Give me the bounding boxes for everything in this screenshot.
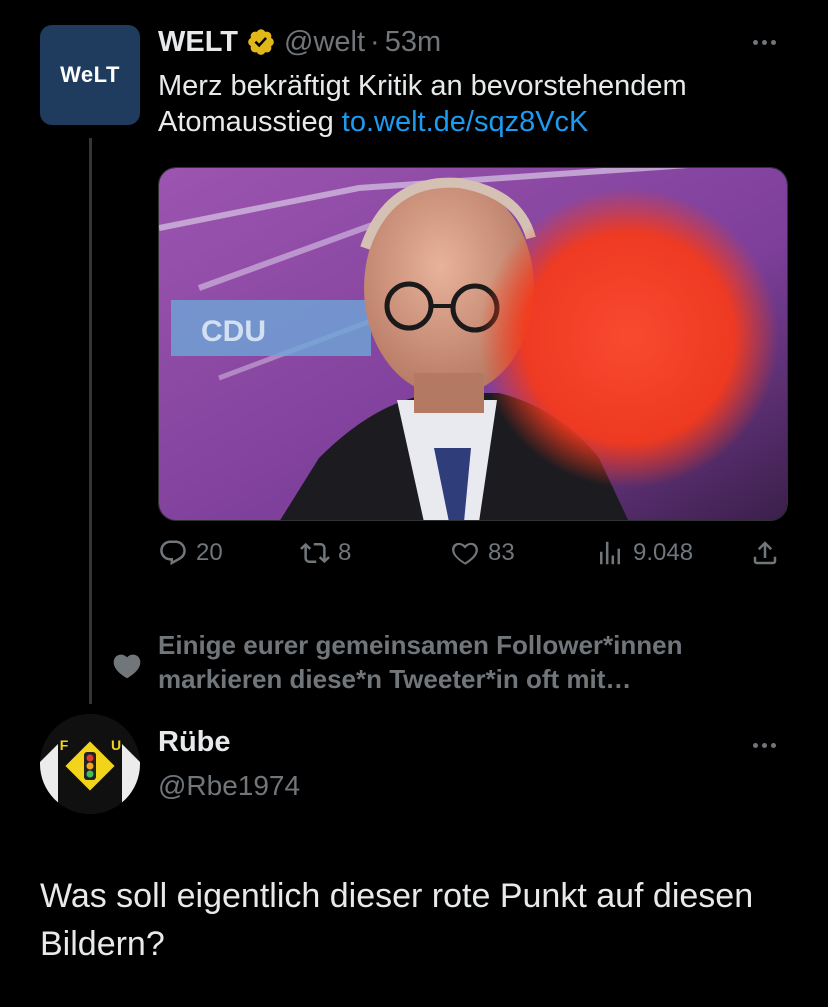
retweet-count: 8 [338,539,352,566]
reply-more-options-icon[interactable] [753,743,776,748]
cdu-sign-text: CDU [201,315,266,348]
avatar-letter-u: U [111,737,121,753]
avatar-letter-f: F [60,737,69,753]
avatar-letter-k: K [105,781,115,797]
reply-count: 20 [196,539,223,566]
more-options-icon[interactable] [753,40,776,45]
author-name[interactable]: WELT [158,26,238,59]
traffic-light-avatar-image: F U C K [40,714,140,814]
tweet-timestamp[interactable]: 53m [385,26,441,59]
tweet-media-photo[interactable]: CDU [158,167,788,521]
views-count: 9.048 [633,539,694,566]
avatar-logo-text: WeLT [60,62,120,87]
heart-icon [113,654,141,679]
reply-tweet-text: Was soll eigentlich dieser rote Punkt au… [40,877,754,963]
retweet-button[interactable]: 8 [300,538,351,568]
welt-avatar[interactable]: WeLT [40,25,140,125]
reply-button[interactable]: 20 [158,538,223,568]
like-count: 83 [488,539,515,566]
reply-icon [160,540,186,566]
views-button[interactable]: 9.048 [595,538,693,568]
thread-connector-line [89,138,92,704]
views-chart-icon [600,541,620,565]
header-separator: · [370,25,380,58]
author-handle[interactable]: @welt [284,26,365,59]
share-icon [753,541,777,565]
reply-author-handle[interactable]: @Rbe1974 [158,770,300,802]
rube-avatar[interactable]: F U C K [40,714,140,814]
tweet-header: WELT @welt · 53m [158,22,441,62]
avatar-letter-c: C [65,781,75,797]
tweet-link[interactable]: to.welt.de/sqz8VcK [342,106,589,138]
retweet-icon [300,542,330,564]
social-context-text: Einige eurer gemeinsamen Follower*innen … [158,630,683,694]
tweet-text: Merz bekräftigt Kritik an bevorstehendem… [158,68,798,140]
verified-badge-icon[interactable] [246,27,276,57]
like-button[interactable]: 83 [450,538,515,568]
tweet-actions-bar: 20 8 83 9.048 [158,538,788,576]
reply-author-name[interactable]: Rübe [158,726,231,759]
share-button[interactable] [750,538,780,568]
heart-outline-icon [452,542,478,565]
photo-illustration: CDU [159,168,787,520]
